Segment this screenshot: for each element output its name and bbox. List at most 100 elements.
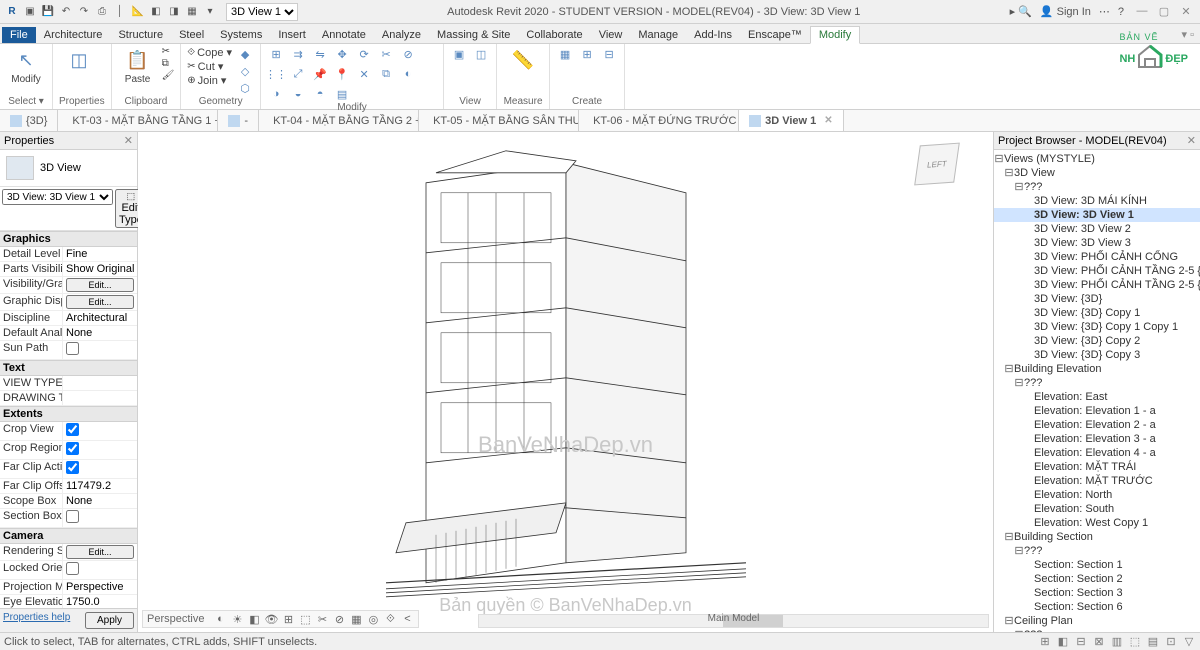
ribbon-tab-enscape[interactable]: Enscape™: [740, 27, 810, 43]
close-icon[interactable]: ✕: [1187, 134, 1196, 147]
tree-twisty-icon[interactable]: ⊟: [1014, 180, 1024, 194]
ribbon-tab-collaborate[interactable]: Collaborate: [518, 27, 590, 43]
cut-button[interactable]: ✂ Cut ▾: [187, 60, 232, 73]
sb-icon[interactable]: ⊟: [1074, 635, 1088, 648]
mod-icon[interactable]: ◐: [399, 66, 417, 82]
paste-button[interactable]: 📋Paste: [118, 46, 158, 85]
vc-icon[interactable]: ▦: [349, 612, 363, 626]
tree-twisty-icon[interactable]: ⊟: [1004, 530, 1014, 544]
prop-value[interactable]: [62, 561, 137, 579]
tree-leaf[interactable]: 3D View: 3D MÁI KÍNH: [994, 194, 1200, 208]
prop-checkbox[interactable]: [66, 442, 79, 455]
tree-leaf[interactable]: Elevation: Elevation 2 - a: [994, 418, 1200, 432]
vc-icon[interactable]: ⊞: [281, 612, 295, 626]
tree-leaf[interactable]: Elevation: Elevation 4 - a: [994, 446, 1200, 460]
prop-value[interactable]: 117479.2: [62, 479, 137, 493]
prop-checkbox[interactable]: [66, 510, 79, 523]
redo-icon[interactable]: ↷: [76, 4, 92, 20]
app-menu-icon[interactable]: R: [4, 4, 20, 20]
tree-leaf[interactable]: Elevation: MẶT TRƯỚC: [994, 474, 1200, 488]
prop-value[interactable]: [62, 422, 137, 440]
prop-value[interactable]: [62, 341, 137, 359]
join-button[interactable]: ⊕ Join ▾: [187, 74, 232, 87]
prop-value[interactable]: None: [62, 494, 137, 508]
sb-icon[interactable]: ◧: [1056, 635, 1070, 648]
geom-icon[interactable]: ◆: [236, 46, 254, 62]
view-type-selector[interactable]: 3D View 1: [226, 3, 298, 21]
ribbon-tab-insert[interactable]: Insert: [270, 27, 314, 43]
prop-value[interactable]: 1750.0: [62, 595, 137, 608]
mod-icon[interactable]: ◑: [267, 86, 285, 102]
sb-icon[interactable]: ▤: [1146, 635, 1160, 648]
geom-icon[interactable]: ◇: [236, 63, 254, 79]
sb-icon[interactable]: ▥: [1110, 635, 1124, 648]
properties-button[interactable]: ◫: [59, 46, 99, 74]
ribbon-tab-modify[interactable]: Modify: [810, 26, 860, 44]
search-icon[interactable]: ▸ 🔍: [1010, 5, 1032, 18]
drawing-canvas[interactable]: LEFT: [138, 132, 994, 632]
tree-leaf[interactable]: 3D View: {3D} Copy 3: [994, 348, 1200, 362]
prop-value[interactable]: [62, 391, 137, 405]
prop-edit-button[interactable]: Edit...: [66, 295, 134, 309]
tree-twisty-icon[interactable]: ⊟: [1004, 166, 1014, 180]
prop-value[interactable]: Edit...: [62, 294, 137, 310]
save-icon[interactable]: 💾: [40, 4, 56, 20]
tree-leaf[interactable]: 3D View: 3D View 2: [994, 222, 1200, 236]
prop-value[interactable]: None: [62, 326, 137, 340]
vc-icon[interactable]: ◧: [247, 612, 261, 626]
vc-icon[interactable]: ⟐: [383, 612, 397, 626]
tree-leaf[interactable]: 3D View: {3D}: [994, 292, 1200, 306]
prop-section-header[interactable]: Graphics: [0, 231, 137, 247]
measure-button[interactable]: 📏: [503, 46, 543, 74]
vc-icon[interactable]: ✂: [315, 612, 329, 626]
properties-help-link[interactable]: Properties help: [3, 612, 70, 629]
close-icon[interactable]: ✕: [124, 134, 133, 147]
print-icon[interactable]: ⎙: [94, 4, 110, 20]
tree-leaf[interactable]: Section: Section 1: [994, 558, 1200, 572]
tree-leaf[interactable]: Elevation: Elevation 3 - a: [994, 432, 1200, 446]
scale-label[interactable]: Perspective: [147, 612, 204, 626]
vc-icon[interactable]: ◎: [366, 612, 380, 626]
offset-icon[interactable]: ⇉: [289, 46, 307, 62]
prop-checkbox[interactable]: [66, 461, 79, 474]
prop-section-header[interactable]: Camera: [0, 528, 137, 544]
view-tab[interactable]: 3D View 1✕: [739, 110, 844, 131]
create-icon[interactable]: ⊞: [578, 46, 596, 62]
tree-leaf[interactable]: 3D View: PHỐI CẢNH CỔNG: [994, 250, 1200, 264]
open-icon[interactable]: ▣: [22, 4, 38, 20]
tree-leaf[interactable]: 3D View: PHỐI CẢNH TẦNG 2-5 {01}: [994, 264, 1200, 278]
prop-value[interactable]: Edit...: [62, 544, 137, 560]
tree-leaf[interactable]: Elevation: MẶT TRÁI: [994, 460, 1200, 474]
canvas-hscrollbar[interactable]: Main Model: [478, 614, 989, 628]
vc-icon[interactable]: ☀: [230, 612, 244, 626]
help-icon[interactable]: ?: [1118, 6, 1124, 18]
tree-leaf[interactable]: 3D View: {3D} Copy 2: [994, 334, 1200, 348]
apply-button[interactable]: Apply: [85, 612, 134, 629]
split-icon[interactable]: ⊘: [399, 46, 417, 62]
tree-leaf[interactable]: Section: Section 3: [994, 586, 1200, 600]
ribbon-tab-structure[interactable]: Structure: [110, 27, 171, 43]
tree-node[interactable]: ⊟Building Elevation: [994, 362, 1200, 376]
mod-icon[interactable]: ▤: [333, 86, 351, 102]
type-selector[interactable]: 3D View: 3D View 1: [2, 189, 113, 205]
prop-value[interactable]: [62, 376, 137, 390]
maximize-icon[interactable]: ▢: [1154, 5, 1174, 18]
mod-icon[interactable]: ◒: [289, 86, 307, 102]
ribbon-tab-addins[interactable]: Add-Ins: [686, 27, 740, 43]
copy-clip-icon[interactable]: ⧉: [162, 58, 175, 69]
move-icon[interactable]: ✥: [333, 46, 351, 62]
prop-checkbox[interactable]: [66, 423, 79, 436]
tree-leaf[interactable]: Elevation: Elevation 1 - a: [994, 404, 1200, 418]
mod-icon[interactable]: ◓: [311, 86, 329, 102]
minimize-icon[interactable]: —: [1132, 5, 1152, 18]
prop-section-header[interactable]: Text: [0, 360, 137, 376]
tree-leaf[interactable]: Elevation: North: [994, 488, 1200, 502]
modify-button[interactable]: ↖Modify: [6, 46, 46, 85]
qat-icon[interactable]: ▦: [184, 4, 200, 20]
view-tab[interactable]: KT-04 - MẶT BẰNG TẦNG 2 + 3,4: [259, 110, 419, 131]
ribbon-tab-view[interactable]: View: [591, 27, 631, 43]
vc-icon[interactable]: ⬚: [298, 612, 312, 626]
close-icon[interactable]: ✕: [1176, 5, 1196, 18]
trim-icon[interactable]: ✂: [377, 46, 395, 62]
vc-icon[interactable]: <: [400, 612, 414, 626]
